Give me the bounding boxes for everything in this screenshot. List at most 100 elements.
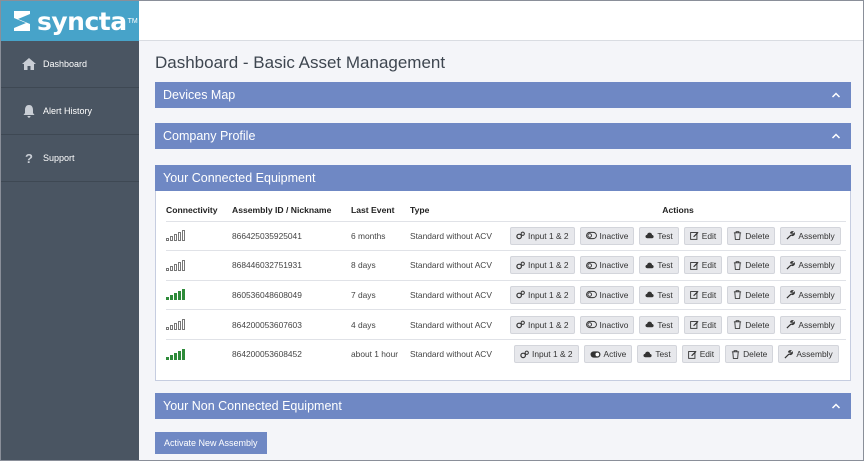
- edit-button[interactable]: Edit: [683, 315, 723, 334]
- edit-button[interactable]: Edit: [683, 226, 723, 245]
- chevron-up-icon: [831, 92, 841, 98]
- column-header: Type: [410, 204, 430, 215]
- delete-button[interactable]: Delete: [727, 226, 776, 245]
- toggle-state-button[interactable]: Inactive: [579, 256, 635, 275]
- connectivity-cell: [166, 338, 232, 369]
- delete-button[interactable]: Delete: [727, 285, 776, 304]
- sidebar-item-label: Alert History: [43, 106, 93, 116]
- button-label: Edit: [701, 319, 717, 330]
- signal-bar: [182, 289, 185, 301]
- cloud-icon: [645, 262, 655, 269]
- activate-new-assembly-button[interactable]: Activate New Assembly: [155, 432, 267, 454]
- button-label: Inactivo: [599, 319, 629, 330]
- delete-button[interactable]: Delete: [727, 315, 776, 334]
- button-label: Input 1 & 2: [528, 260, 569, 271]
- toggle-state-button[interactable]: Inactive: [579, 226, 635, 245]
- sidebar-item-support[interactable]: ? Support: [1, 135, 139, 182]
- test-button[interactable]: Test: [639, 226, 679, 245]
- question-icon: ?: [25, 150, 33, 166]
- type-cell: Standard without ACV: [410, 220, 510, 251]
- input-button[interactable]: Input 1 & 2: [510, 315, 575, 334]
- sidebar-item-label: Support: [43, 153, 75, 163]
- toggle-state-button[interactable]: Active: [583, 345, 633, 364]
- connected-equipment-panel-header[interactable]: Your Connected Equipment: [155, 165, 851, 191]
- signal-bar: [182, 259, 185, 271]
- signal-strength-icon: [166, 259, 232, 271]
- table-row: 864200053607603 4 days Standard without …: [166, 309, 846, 340]
- wrench-icon: [786, 231, 796, 240]
- edit-button[interactable]: Edit: [683, 256, 723, 275]
- sidebar-item-alert-history[interactable]: Alert History: [1, 88, 139, 135]
- type-cell: Standard without ACV: [410, 279, 510, 310]
- test-button[interactable]: Test: [639, 285, 679, 304]
- cloud-icon: [645, 321, 655, 328]
- last-event-cell: 4 days: [351, 309, 410, 340]
- type-cell: Standard without ACV: [410, 250, 510, 281]
- wrench-icon: [786, 320, 796, 329]
- cloud-icon: [643, 351, 652, 358]
- edit-icon: [689, 261, 699, 270]
- chevron-up-icon: [831, 133, 841, 139]
- input-button[interactable]: Input 1 & 2: [514, 345, 579, 364]
- button-label: Edit: [699, 349, 715, 360]
- actions-group: Input 1 & 2 Active Test Edit Delete Asse…: [510, 345, 846, 364]
- table-row: 864200053608452 about 1 hour Standard wi…: [166, 338, 846, 369]
- sidebar-item-dashboard[interactable]: Dashboard: [1, 41, 139, 88]
- gears-icon: [516, 261, 525, 270]
- panel-title: Your Connected Equipment: [163, 171, 316, 185]
- column-header: Connectivity: [166, 204, 218, 215]
- devices-map-panel-header[interactable]: Devices Map: [155, 82, 851, 108]
- assembly-button[interactable]: Assembly: [780, 226, 841, 245]
- input-button[interactable]: Input 1 & 2: [510, 285, 575, 304]
- button-label: Delete: [745, 260, 770, 271]
- actions-cell: Input 1 & 2 Active Test Edit Delete Asse…: [510, 338, 846, 369]
- logo-text: syncta: [37, 6, 127, 36]
- assembly-button[interactable]: Assembly: [780, 285, 841, 304]
- signal-bar: [170, 236, 173, 242]
- non-connected-equipment-panel-header[interactable]: Your Non Connected Equipment: [155, 393, 851, 419]
- assembly-button[interactable]: Assembly: [780, 315, 841, 334]
- test-button[interactable]: Test: [637, 345, 677, 364]
- actions-group: Input 1 & 2 Inactive Test Edit Delete As…: [510, 226, 846, 245]
- test-button[interactable]: Test: [639, 256, 679, 275]
- edit-button[interactable]: Edit: [681, 345, 721, 364]
- actions-cell: Input 1 & 2 Inactive Test Edit Delete As…: [510, 279, 846, 310]
- table-header-row: Connectivity Assembly ID / Nickname Last…: [166, 199, 846, 221]
- last-event-cell: 7 days: [351, 279, 410, 310]
- toggle-off-icon: [585, 291, 597, 299]
- assembly-button[interactable]: Assembly: [778, 345, 839, 364]
- connected-equipment-card: Connectivity Assembly ID / Nickname Last…: [155, 191, 851, 381]
- input-button[interactable]: Input 1 & 2: [510, 226, 575, 245]
- gears-icon: [516, 320, 525, 329]
- button-label: Test: [657, 289, 673, 300]
- logo[interactable]: syncta TM: [1, 1, 139, 41]
- delete-button[interactable]: Delete: [725, 345, 774, 364]
- assembly-id-cell: 864200053608452: [232, 338, 351, 369]
- button-label: Test: [655, 349, 671, 360]
- button-label: Inactive: [599, 289, 629, 300]
- assembly-button[interactable]: Assembly: [780, 256, 841, 275]
- company-profile-panel-header[interactable]: Company Profile: [155, 123, 851, 149]
- signal-bar: [178, 232, 181, 242]
- test-button[interactable]: Test: [639, 315, 679, 334]
- button-label: Test: [657, 319, 673, 330]
- connectivity-cell: [166, 250, 232, 281]
- edit-button[interactable]: Edit: [683, 285, 723, 304]
- edit-icon: [689, 232, 699, 241]
- signal-bar: [166, 356, 169, 360]
- toggle-state-button[interactable]: Inactivo: [579, 315, 635, 334]
- signal-bar: [166, 267, 169, 271]
- button-label: Delete: [745, 230, 770, 241]
- panel-title: Company Profile: [163, 129, 256, 143]
- trash-icon: [734, 320, 742, 329]
- button-label: Input 1 & 2: [528, 319, 569, 330]
- trash-icon: [732, 350, 740, 359]
- actions-cell: Input 1 & 2 Inactivo Test Edit Delete As…: [510, 309, 846, 340]
- toggle-on-icon: [590, 351, 600, 358]
- page-title: Dashboard - Basic Asset Management: [155, 53, 446, 72]
- signal-bar: [170, 265, 173, 271]
- toggle-state-button[interactable]: Inactive: [579, 285, 635, 304]
- input-button[interactable]: Input 1 & 2: [510, 256, 575, 275]
- delete-button[interactable]: Delete: [727, 256, 776, 275]
- column-header: Assembly ID / Nickname: [232, 204, 332, 215]
